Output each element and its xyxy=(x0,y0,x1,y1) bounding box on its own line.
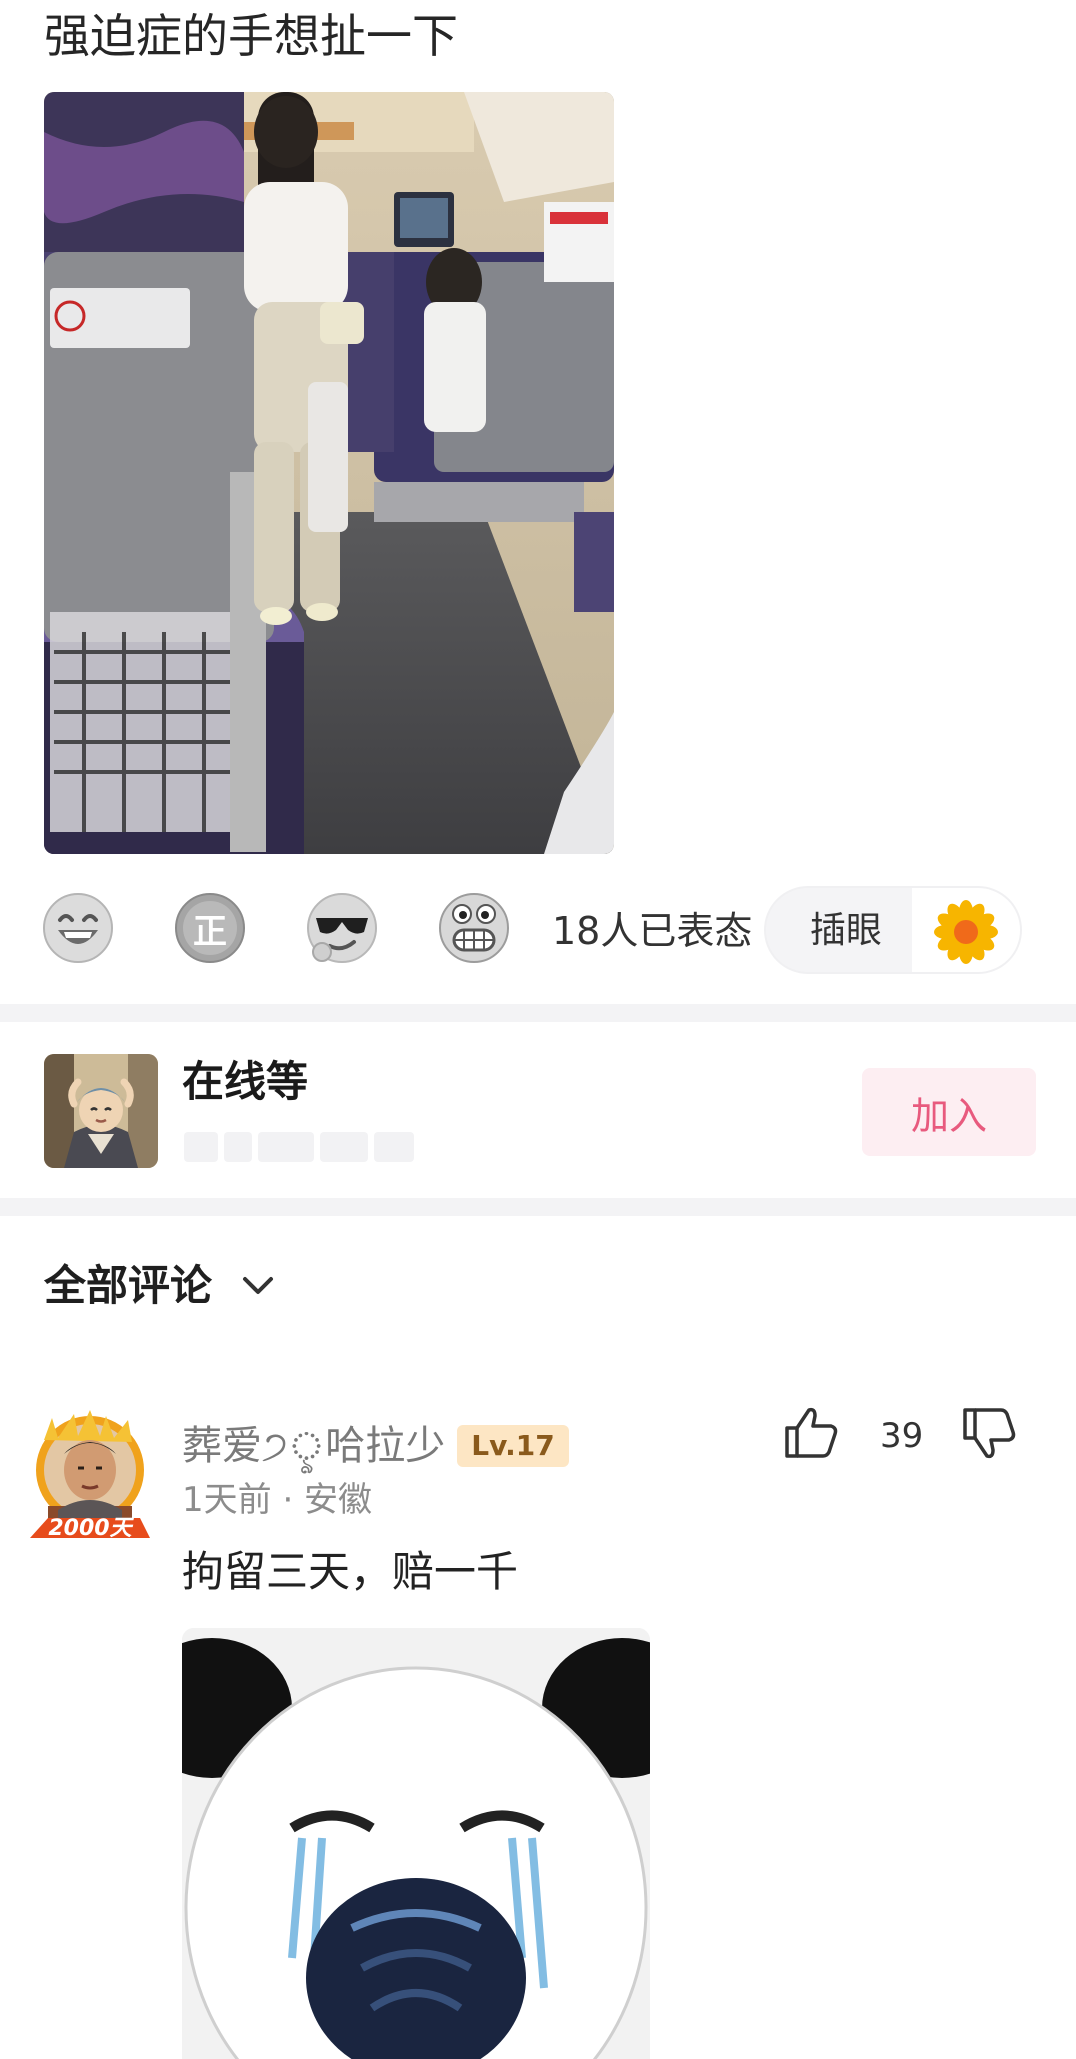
group-card[interactable]: 在线等 加入 xyxy=(0,1022,1076,1198)
join-group-button[interactable]: 加入 xyxy=(862,1068,1036,1156)
section-divider xyxy=(0,1004,1076,1022)
comments-sort-toggle[interactable]: 全部评论 xyxy=(44,1256,278,1316)
commenter-badge-text: 2000天 xyxy=(48,1516,132,1541)
sunflower-icon xyxy=(912,888,1020,972)
group-description-placeholder xyxy=(184,1132,420,1166)
post-title: 强迫症的手想扯一下 xyxy=(44,9,458,63)
crying-panda-meme xyxy=(182,1628,650,2059)
commenter-info: 葬爱੭ৢ哈拉少 Lv.17 xyxy=(182,1418,569,1474)
comments-header-label: 全部评论 xyxy=(44,1261,213,1310)
zheng-badge-icon[interactable]: 正 xyxy=(174,892,246,964)
like-count: 39 xyxy=(880,1416,924,1456)
commenter-avatar[interactable]: 2000天 xyxy=(28,1410,152,1544)
sunglasses-face-icon[interactable] xyxy=(306,892,378,964)
laughing-face-icon[interactable] xyxy=(42,892,114,964)
comment-text: 拘留三天，赔一千 xyxy=(182,1547,519,1596)
reaction-pill-label: 插眼 xyxy=(810,910,883,951)
zheng-glyph: 正 xyxy=(193,911,227,952)
section-divider xyxy=(0,1198,1076,1216)
post-image[interactable] xyxy=(44,92,614,854)
thumbs-down-icon[interactable] xyxy=(958,1402,1020,1464)
thumbs-up-icon[interactable] xyxy=(780,1402,842,1464)
grinning-teeth-face-icon[interactable] xyxy=(438,892,510,964)
comment-image[interactable] xyxy=(182,1628,650,2059)
group-avatar xyxy=(44,1054,158,1168)
commenter-name[interactable]: 葬爱੭ৢ哈拉少 xyxy=(182,1418,445,1474)
comment-meta: 1天前 · 安徽 xyxy=(182,1480,373,1520)
reaction-pill[interactable]: 插眼 xyxy=(764,886,1022,974)
level-badge: Lv.17 xyxy=(457,1425,569,1467)
chevron-down-icon xyxy=(238,1266,278,1306)
reaction-count: 18人已表态 xyxy=(552,909,753,953)
reaction-bar: 正 18人已表态 插眼 xyxy=(0,884,1076,976)
group-name: 在线等 xyxy=(182,1057,309,1106)
post-photo-illustration xyxy=(44,92,614,854)
comment-item: 2000天 葬爱੭ৢ哈拉少 Lv.17 1天前 · 安徽 拘留三天，赔一千 39 xyxy=(0,1400,1076,2059)
